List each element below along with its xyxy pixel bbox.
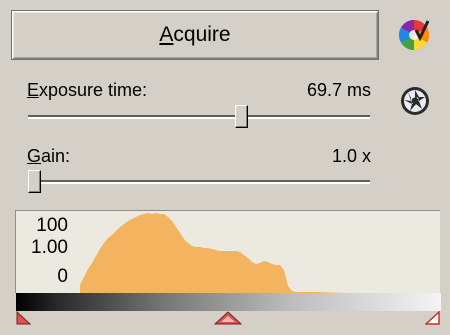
aperture-button[interactable] (400, 86, 430, 116)
black-point-marker[interactable] (16, 311, 32, 325)
exposure-time-label: Exposure time: (27, 80, 148, 100)
acquire-mnemonic: A (159, 23, 174, 46)
gain-slider-track[interactable] (28, 180, 370, 184)
acquire-button[interactable]: Acquire (11, 10, 379, 60)
histogram-max-label: 100 (36, 215, 68, 236)
exposure-slider-track[interactable] (28, 115, 370, 119)
gain-slider-thumb[interactable] (28, 170, 41, 193)
histogram-gamma-label: 1.00 (31, 237, 68, 258)
aperture-icon (401, 87, 429, 115)
histogram-area (80, 213, 440, 293)
color-wheel-icon (398, 19, 430, 51)
gain-value: 1.0 x (331, 146, 371, 166)
color-wheel-button[interactable] (397, 18, 431, 52)
intensity-gradient-bar (16, 293, 441, 311)
histogram-plot (80, 213, 440, 293)
exposure-time-value: 69.7 ms (306, 80, 371, 100)
gamma-marker[interactable] (214, 311, 242, 325)
white-point-marker[interactable] (425, 311, 441, 325)
histogram-min-label: 0 (57, 266, 68, 287)
acquire-label: cquire (173, 23, 231, 46)
exposure-slider-thumb[interactable] (235, 105, 249, 128)
gain-label: Gain: (27, 146, 71, 166)
histogram-panel: 100 1.00 0 (15, 210, 440, 293)
